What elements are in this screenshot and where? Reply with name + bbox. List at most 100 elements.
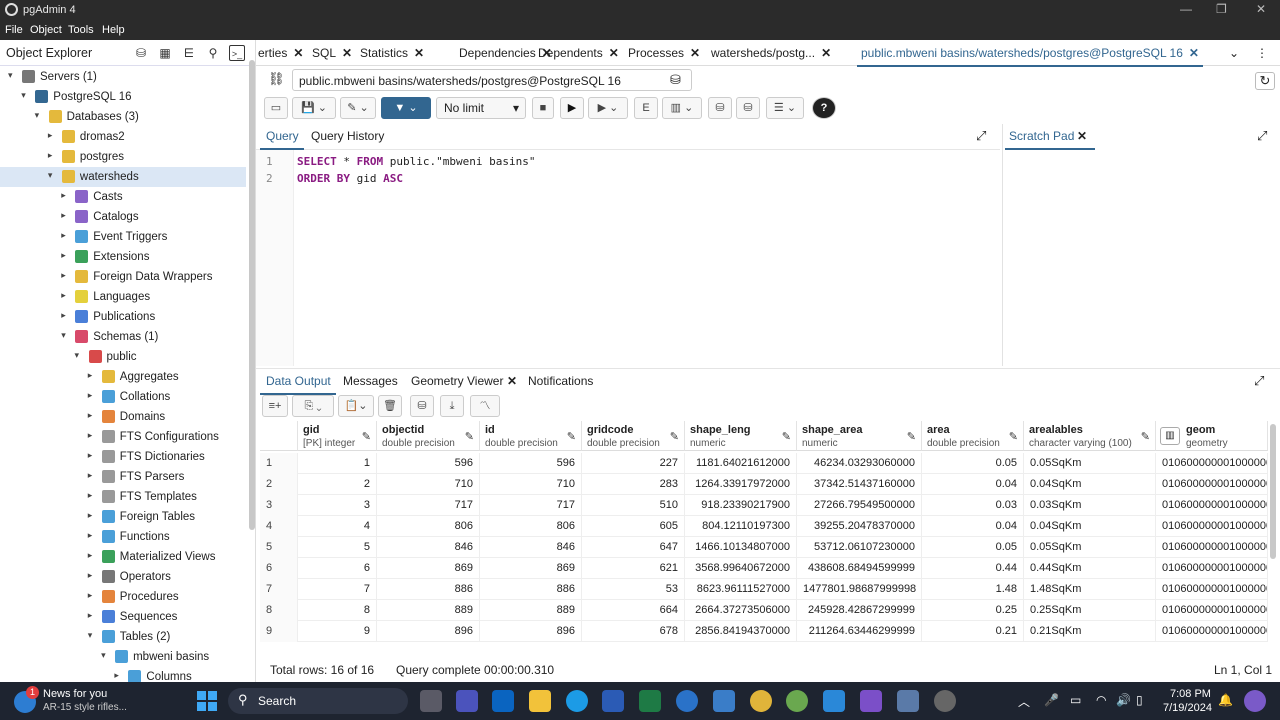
paste-icon[interactable]: 📋⌄ xyxy=(338,395,374,417)
tree-node[interactable]: ▸ Publications xyxy=(0,307,246,327)
notification-icon[interactable]: 🔔 xyxy=(1218,693,1233,707)
table-row[interactable]: 6 6 869 869 621 3568.99640672000 438608.684945… xyxy=(260,558,1268,579)
chevron-right-icon[interactable]: ▸ xyxy=(88,510,98,521)
reload-icon[interactable]: ↻ xyxy=(1255,72,1275,90)
edit-column-icon[interactable]: ✎ xyxy=(567,430,576,443)
table-cell[interactable]: 0.04 xyxy=(922,474,1024,495)
table-cell[interactable]: 4 xyxy=(298,516,377,537)
column-header[interactable]: objectid double precision ✎ xyxy=(377,421,480,451)
download-icon[interactable]: ⤓ xyxy=(440,395,464,417)
close-tab-icon[interactable]: ✕ xyxy=(342,46,352,60)
tree-node[interactable]: ▸ FTS Configurations xyxy=(0,427,246,447)
tab-item[interactable]: Statistics ✕ xyxy=(360,46,424,60)
table-cell[interactable]: 678 xyxy=(582,621,685,642)
table-cell[interactable]: 1477801.98687999998 xyxy=(797,579,922,600)
column-header[interactable]: shape_area numeric ✎ xyxy=(797,421,922,451)
table-row[interactable]: 8 8 889 889 664 2664.37273506000 245928.428672… xyxy=(260,600,1268,621)
table-cell[interactable]: 896 xyxy=(377,621,480,642)
tree-node[interactable]: ▸ Casts xyxy=(0,187,246,207)
tree-node[interactable]: ▸ postgres xyxy=(0,147,246,167)
table-cell[interactable]: 438608.68494599999 xyxy=(797,558,922,579)
tree-node[interactable]: ▸ Event Triggers xyxy=(0,227,246,247)
table-cell[interactable]: 846 xyxy=(480,537,582,558)
tree-node[interactable]: ▾ Schemas (1) xyxy=(0,327,246,347)
tab-data-output[interactable]: Data Output xyxy=(266,374,331,388)
table-cell[interactable]: 0106000000010000000 xyxy=(1156,516,1268,537)
chevron-down-icon[interactable]: ▾ xyxy=(61,330,71,341)
tree-node[interactable]: ▸ Languages xyxy=(0,287,246,307)
microphone-icon[interactable]: 🎤 xyxy=(1044,693,1059,707)
chevron-right-icon[interactable]: ▸ xyxy=(88,450,98,461)
tab-item[interactable]: SQL ✕ xyxy=(312,46,352,60)
word-icon[interactable] xyxy=(602,690,624,712)
table-cell[interactable]: 37342.51437160000 xyxy=(797,474,922,495)
chevron-down-icon[interactable]: ▾ xyxy=(88,630,98,641)
row-number[interactable]: 4 xyxy=(260,516,298,537)
table-cell[interactable]: 0.25 xyxy=(922,600,1024,621)
table-cell[interactable]: 0106000000010000000 xyxy=(1156,495,1268,516)
table-cell[interactable]: 0.44 xyxy=(922,558,1024,579)
edge-icon[interactable] xyxy=(566,690,588,712)
vscode-icon[interactable] xyxy=(823,690,845,712)
view-data-icon[interactable]: ▦ xyxy=(157,45,173,61)
visual-studio-icon[interactable] xyxy=(860,690,882,712)
chevron-right-icon[interactable]: ▸ xyxy=(88,570,98,581)
table-cell[interactable]: 647 xyxy=(582,537,685,558)
graph-visualiser-icon[interactable]: 〽 xyxy=(470,395,500,417)
expand-icon[interactable]: ⤢ xyxy=(976,128,986,144)
copilot-icon[interactable] xyxy=(1244,690,1266,712)
table-cell[interactable]: 806 xyxy=(480,516,582,537)
table-cell[interactable]: 8623.96111527000 xyxy=(685,579,797,600)
close-scratch-icon[interactable]: ✕ xyxy=(1077,129,1087,143)
tab-item[interactable]: public.mbweni basins/watersheds/postgres… xyxy=(857,46,1203,67)
row-number[interactable]: 6 xyxy=(260,558,298,579)
table-row[interactable]: 1 1 596 596 227 1181.64021612000 46234.0329306… xyxy=(260,453,1268,474)
chevron-right-icon[interactable]: ▸ xyxy=(61,250,71,261)
excel-icon[interactable] xyxy=(639,690,661,712)
row-number[interactable]: 7 xyxy=(260,579,298,600)
table-cell[interactable]: 806 xyxy=(377,516,480,537)
tab-notifications[interactable]: Notifications xyxy=(528,374,593,388)
table-cell[interactable]: 0.04SqKm xyxy=(1024,516,1156,537)
row-number[interactable]: 8 xyxy=(260,600,298,621)
chevron-right-icon[interactable]: ▸ xyxy=(88,410,98,421)
table-cell[interactable]: 7 xyxy=(298,579,377,600)
table-row[interactable]: 7 7 886 886 53 8623.96111527000 1477801.986879… xyxy=(260,579,1268,600)
menu-tools[interactable]: Tools xyxy=(68,24,94,36)
news-title[interactable]: News for you xyxy=(43,688,107,700)
tree-node[interactable]: ▸ Operators xyxy=(0,567,246,587)
table-cell[interactable]: 0106000000010000000 xyxy=(1156,579,1268,600)
maximize-icon[interactable]: ❐ xyxy=(1216,2,1227,16)
outlook-icon[interactable] xyxy=(492,690,514,712)
column-header[interactable]: id double precision ✎ xyxy=(480,421,582,451)
chevron-right-icon[interactable]: ▸ xyxy=(88,390,98,401)
chevron-right-icon[interactable]: ▸ xyxy=(88,470,98,481)
table-row[interactable]: 2 2 710 710 283 1264.33917972000 37342.5143716… xyxy=(260,474,1268,495)
table-cell[interactable]: 918.23390217900 xyxy=(685,495,797,516)
tab-geometry-viewer[interactable]: Geometry Viewer xyxy=(411,374,503,388)
tree-node[interactable]: ▸ Functions xyxy=(0,527,246,547)
execute-options-button[interactable]: ▶ ⌄ xyxy=(588,97,628,119)
table-cell[interactable]: 0.03SqKm xyxy=(1024,495,1156,516)
tree-node[interactable]: ▸ FTS Dictionaries xyxy=(0,447,246,467)
table-cell[interactable]: 0.05SqKm xyxy=(1024,537,1156,558)
row-number[interactable]: 1 xyxy=(260,453,298,474)
table-cell[interactable]: 889 xyxy=(377,600,480,621)
edit-column-icon[interactable]: ✎ xyxy=(465,430,474,443)
expand-output-icon[interactable]: ⤢ xyxy=(1254,373,1264,389)
chevron-down-icon[interactable]: ▾ xyxy=(101,650,111,661)
table-cell[interactable]: 605 xyxy=(582,516,685,537)
chevron-right-icon[interactable]: ▸ xyxy=(88,530,98,541)
table-cell[interactable]: 1.48 xyxy=(922,579,1024,600)
table-cell[interactable]: 211264.63446299999 xyxy=(797,621,922,642)
help-button[interactable]: ? xyxy=(812,97,836,119)
table-cell[interactable]: 1181.64021612000 xyxy=(685,453,797,474)
tree-node[interactable]: ▾ PostgreSQL 16 xyxy=(0,87,246,107)
table-cell[interactable]: 0.44SqKm xyxy=(1024,558,1156,579)
table-cell[interactable]: 596 xyxy=(377,453,480,474)
chevron-right-icon[interactable]: ▸ xyxy=(61,290,71,301)
table-cell[interactable]: 283 xyxy=(582,474,685,495)
filter-button[interactable]: ▼ ⌄ xyxy=(381,97,431,119)
table-cell[interactable]: 0106000000010000000 xyxy=(1156,600,1268,621)
clock-time[interactable]: 7:08 PM xyxy=(1170,688,1211,700)
